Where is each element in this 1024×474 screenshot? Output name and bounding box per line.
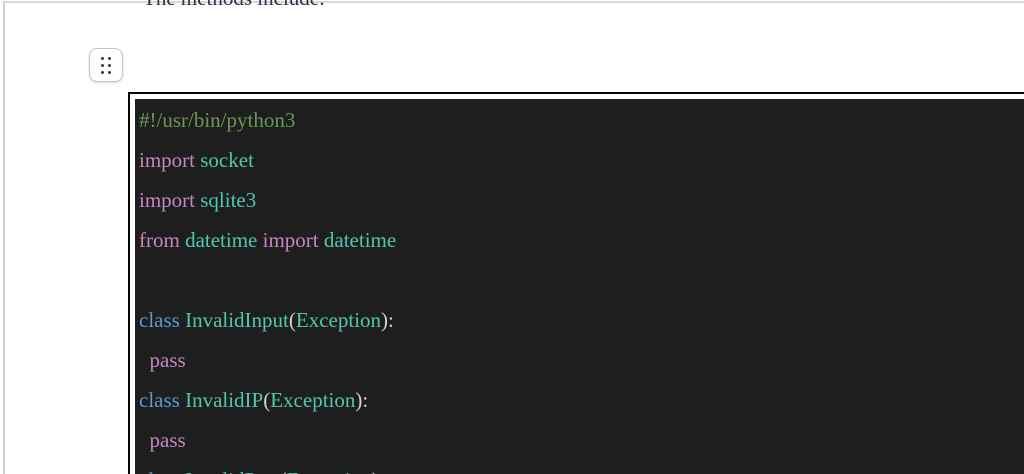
code-block-container: #!/usr/bin/python3 import socket import sq… xyxy=(128,92,1024,474)
code-pre[interactable]: #!/usr/bin/python3 import socket import sq… xyxy=(135,99,1024,474)
code-line: import socket xyxy=(139,148,254,172)
code-line: class InvalidPort(Exception): xyxy=(139,460,1024,474)
paragraph-text: The methods include: xyxy=(143,0,325,10)
grip-dots-icon xyxy=(101,56,111,74)
code-line: pass xyxy=(149,428,186,452)
code-line: pass xyxy=(149,348,186,372)
page: { "page": { "heading_text": "The methods… xyxy=(0,0,1024,474)
drag-handle-button[interactable] xyxy=(89,48,123,82)
code-line: from datetime import datetime xyxy=(139,228,397,252)
code-line: class InvalidInput(Exception): xyxy=(139,308,394,332)
panel-left-border xyxy=(3,1,5,474)
code-line: import sqlite3 xyxy=(139,188,257,212)
code-line: #!/usr/bin/python3 xyxy=(139,108,296,132)
code-line: class InvalidIP(Exception): xyxy=(139,388,369,412)
